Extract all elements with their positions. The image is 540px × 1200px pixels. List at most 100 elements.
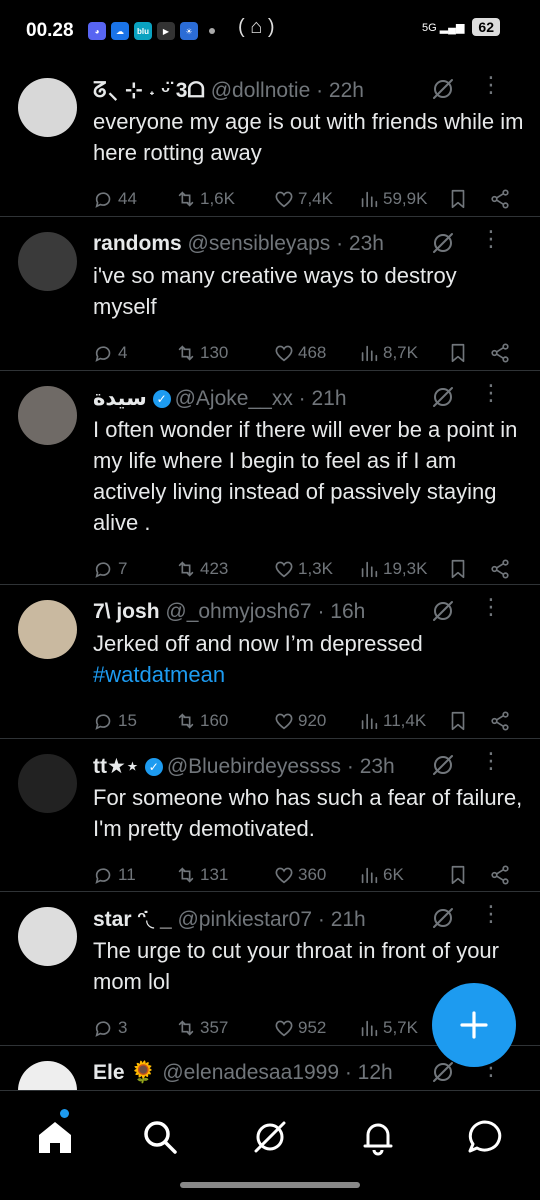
share-button[interactable]	[489, 710, 511, 732]
reply-count: 15	[118, 711, 137, 730]
grok-icon[interactable]	[430, 752, 456, 778]
handle-time[interactable]: @dollnotie · 22h	[211, 79, 364, 102]
tweet-text: i've so many creative ways to destroy my…	[93, 260, 524, 322]
handle-time[interactable]: @pinkiestar07 · 21h	[177, 908, 365, 931]
share-button[interactable]	[489, 342, 511, 364]
tweet-text: For someone who has such a fear of failu…	[93, 782, 524, 844]
bookmark-button[interactable]	[447, 342, 469, 364]
gesture-bar[interactable]	[180, 1182, 360, 1188]
reply-button[interactable]: 15	[93, 710, 137, 732]
grok-icon[interactable]	[250, 1117, 290, 1157]
bookmark-icon	[451, 189, 465, 209]
share-button[interactable]	[489, 558, 511, 580]
share-button[interactable]	[489, 188, 511, 210]
tweet-body: I often wonder if there will ever be a p…	[93, 417, 518, 535]
reply-icon	[95, 1021, 111, 1037]
more-options-icon[interactable]: ⋮	[480, 228, 502, 250]
home-icon[interactable]	[35, 1117, 75, 1157]
tweet[interactable]: tt★⋆ ✓ @Bluebirdeyessss · 23h ⋮ For someone…	[0, 738, 540, 892]
like-button[interactable]: 7,4K	[273, 188, 333, 210]
compose-button[interactable]	[432, 983, 516, 1067]
notifications-icon[interactable]	[358, 1117, 398, 1157]
handle-time[interactable]: @_ohmyjosh67 · 16h	[165, 600, 365, 623]
avatar[interactable]	[18, 78, 77, 137]
views-button[interactable]: 11,4K	[358, 710, 426, 732]
grok-icon[interactable]	[430, 384, 456, 410]
bookmark-button[interactable]	[447, 558, 469, 580]
handle-time[interactable]: @elenadesaa1999 · 12h	[162, 1061, 392, 1084]
view-count: 6K	[383, 865, 404, 884]
views-button[interactable]: 5,7K	[358, 1017, 418, 1039]
display-name[interactable]: randoms	[93, 232, 182, 255]
more-options-icon[interactable]: ⋮	[480, 596, 502, 618]
display-name[interactable]: 7\ josh	[93, 600, 160, 623]
tweet-text: I often wonder if there will ever be a p…	[93, 414, 524, 538]
grok-icon[interactable]	[430, 230, 456, 256]
retweet-button[interactable]: 130	[175, 342, 228, 364]
avatar[interactable]	[18, 232, 77, 291]
tweet[interactable]: randoms @sensibleyaps · 23h ⋮ i've so many…	[0, 216, 540, 371]
avatar[interactable]	[18, 907, 77, 966]
share-button[interactable]	[489, 864, 511, 886]
reply-button[interactable]: 44	[93, 188, 137, 210]
like-button[interactable]: 1,3K	[273, 558, 333, 580]
views-button[interactable]: 59,9K	[358, 188, 427, 210]
like-button[interactable]: 360	[273, 864, 326, 886]
reply-button[interactable]: 3	[93, 1017, 127, 1039]
retweet-count: 1,6K	[200, 189, 235, 208]
handle-time[interactable]: @Ajoke__xx · 21h	[175, 387, 347, 410]
reply-count: 7	[118, 559, 128, 578]
more-options-icon[interactable]: ⋮	[480, 382, 502, 404]
tweet[interactable]: سيدة ✓ @Ajoke__xx · 21h ⋮ I often wonder if…	[0, 370, 540, 585]
grok-icon[interactable]	[430, 1059, 456, 1085]
retweet-button[interactable]: 160	[175, 710, 228, 732]
views-button[interactable]: 19,3K	[358, 558, 427, 580]
retweet-button[interactable]: 1,6K	[175, 188, 235, 210]
retweet-button[interactable]: 357	[175, 1017, 228, 1039]
views-button[interactable]: 8,7K	[358, 342, 418, 364]
bookmark-button[interactable]	[447, 188, 469, 210]
share-icon	[491, 189, 509, 209]
tweet-header: tt★⋆ ✓ @Bluebirdeyessss · 23h ⋮	[93, 750, 520, 779]
share-icon	[491, 865, 509, 885]
like-icon	[275, 561, 293, 578]
messages-icon[interactable]	[465, 1117, 505, 1157]
retweet-button[interactable]: 131	[175, 864, 228, 886]
bookmark-icon	[451, 343, 465, 363]
like-button[interactable]: 952	[273, 1017, 326, 1039]
retweet-button[interactable]: 423	[175, 558, 228, 580]
views-button[interactable]: 6K	[358, 864, 404, 886]
display-name[interactable]: سيدة	[93, 387, 147, 410]
grok-icon[interactable]	[430, 905, 456, 931]
handle-time[interactable]: @sensibleyaps · 23h	[188, 232, 384, 255]
display-name[interactable]: ᘔ⸜ ⊹ ˖ ᵕ̈ 3ᗝ	[93, 79, 205, 102]
grok-icon[interactable]	[430, 598, 456, 624]
handle-time[interactable]: @Bluebirdeyessss · 23h	[167, 755, 395, 778]
weather-icon: ☀	[180, 22, 198, 40]
display-name[interactable]: Ele 🌻	[93, 1061, 157, 1084]
like-button[interactable]: 468	[273, 342, 326, 364]
grok-icon[interactable]	[430, 76, 456, 102]
like-button[interactable]: 920	[273, 710, 326, 732]
cloud-icon: ☁	[111, 22, 129, 40]
more-options-icon[interactable]: ⋮	[480, 74, 502, 96]
avatar[interactable]	[18, 754, 77, 813]
tweet[interactable]: ᘔ⸜ ⊹ ˖ ᵕ̈ 3ᗝ @dollnotie · 22h ⋮ everyone m…	[0, 62, 540, 217]
display-name[interactable]: tt★⋆	[93, 755, 139, 778]
display-name[interactable]: star ᵔ̇◟ _	[93, 908, 172, 931]
more-options-icon[interactable]: ⋮	[480, 750, 502, 772]
avatar[interactable]	[18, 600, 77, 659]
reply-button[interactable]: 7	[93, 558, 127, 580]
tweet[interactable]: 7\ josh @_ohmyjosh67 · 16h ⋮ Jerked off an…	[0, 584, 540, 739]
plus-icon	[460, 1011, 488, 1039]
reply-button[interactable]: 11	[93, 864, 136, 886]
bookmark-button[interactable]	[447, 710, 469, 732]
view-count: 8,7K	[383, 343, 418, 362]
more-options-icon[interactable]: ⋮	[480, 903, 502, 925]
search-icon[interactable]	[140, 1117, 180, 1157]
bookmark-button[interactable]	[447, 864, 469, 886]
avatar[interactable]	[18, 386, 77, 445]
reply-button[interactable]: 4	[93, 342, 127, 364]
status-time: 00.28	[26, 20, 74, 41]
hashtag-link[interactable]: #watdatmean	[93, 662, 225, 687]
